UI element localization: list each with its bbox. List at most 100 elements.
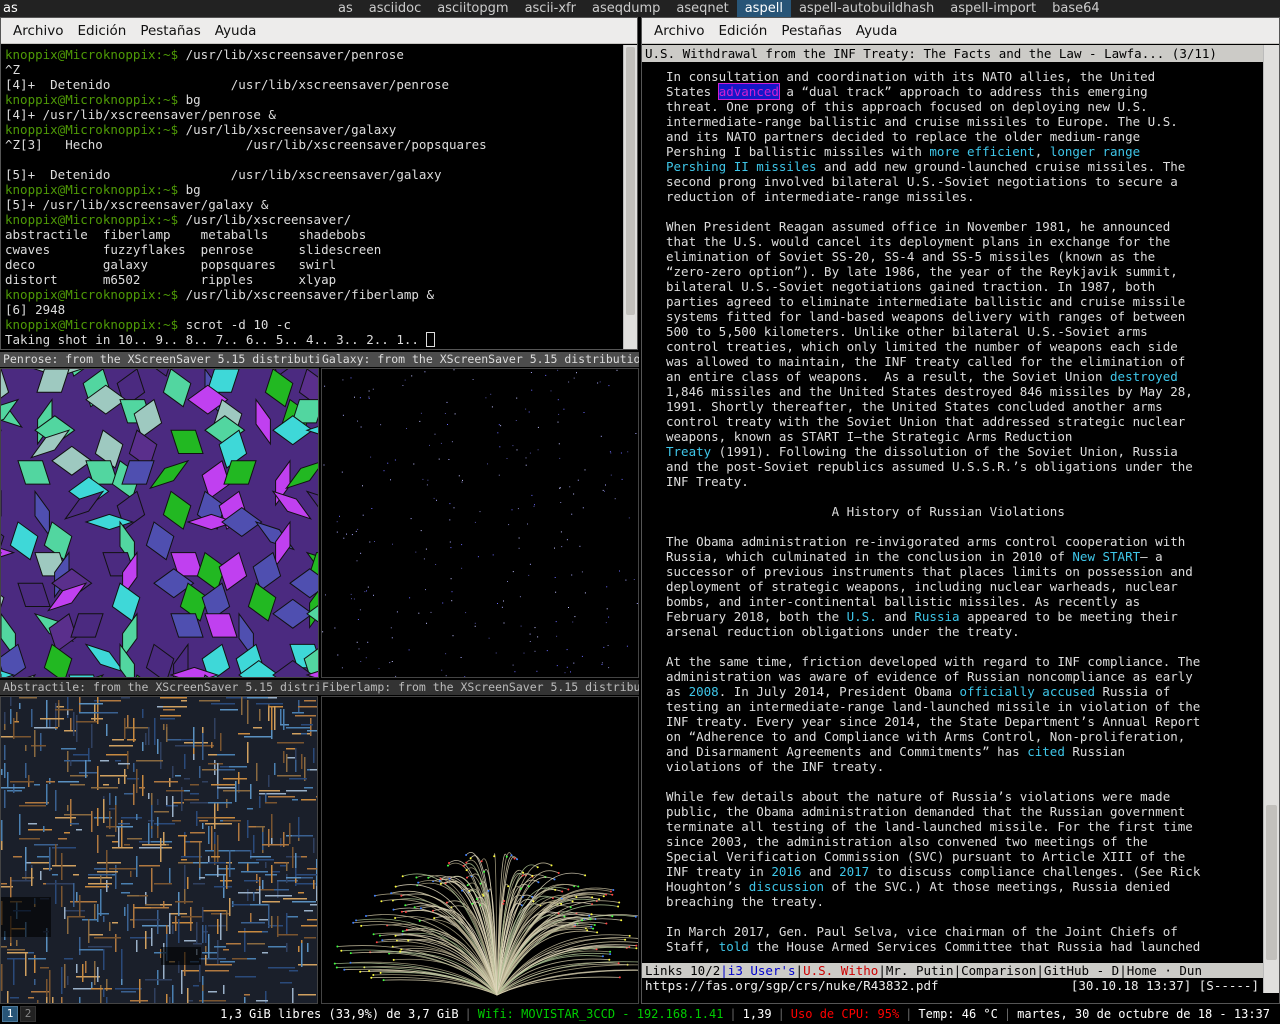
galaxy-titlebar[interactable]: Galaxy: from the XScreenSaver 5.15 distr… bbox=[319, 352, 639, 367]
current-url[interactable]: https://fas.org/sgp/crs/nuke/R43832.pdf bbox=[645, 978, 939, 993]
page-link[interactable]: longer range bbox=[1050, 144, 1140, 159]
galaxy-star bbox=[554, 547, 555, 549]
penrose-window[interactable] bbox=[0, 368, 319, 678]
dmenu-item[interactable]: aseqdump bbox=[584, 0, 668, 17]
browser-scrollbar[interactable] bbox=[1263, 45, 1279, 993]
browser-terminal-window[interactable]: Archivo Edición Pestañas Ayuda U.S. Withdra… bbox=[641, 17, 1280, 1004]
page-text-line: Staff, told the House Armed Services Com… bbox=[666, 939, 1263, 954]
dmenu-input[interactable]: as bbox=[0, 0, 330, 17]
page-link[interactable]: discussion bbox=[749, 879, 824, 894]
page-link[interactable]: advanced bbox=[717, 83, 780, 100]
abstractile-segment bbox=[136, 814, 138, 820]
menu-item-pestañas[interactable]: Pestañas bbox=[133, 18, 207, 44]
menu-item-archivo[interactable]: Archivo bbox=[6, 18, 70, 44]
dmenu-item[interactable]: asciidoc bbox=[361, 0, 429, 17]
terminal-scroll-thumb[interactable] bbox=[626, 47, 635, 315]
page-link[interactable]: cited bbox=[1027, 744, 1065, 759]
galaxy-star bbox=[512, 664, 514, 666]
browser-tab[interactable]: Links 10/2 bbox=[645, 963, 720, 978]
workspace-button[interactable]: 1 bbox=[2, 1006, 18, 1022]
terminal-output[interactable]: knoppix@Microknoppix:~$ /usr/lib/xscreen… bbox=[1, 45, 637, 349]
fiberlamp-titlebar[interactable]: Fiberlamp: from the XScreenSaver 5.15 di… bbox=[319, 680, 639, 695]
abstractile-segment bbox=[307, 919, 317, 921]
terminal-line: knoppix@Microknoppix:~$ /usr/lib/xscreen… bbox=[5, 47, 633, 62]
abstractile-segment bbox=[127, 751, 129, 769]
abstractile-maze-image bbox=[1, 697, 317, 1003]
dmenu-item[interactable]: aspell-autobuildhash bbox=[791, 0, 942, 17]
browser-tab[interactable]: |GitHub - D bbox=[1036, 963, 1119, 978]
menu-item-edición[interactable]: Edición bbox=[70, 18, 133, 44]
browser-tab-bar[interactable]: Links 10/2|i3 User's |U.S. Witho|Mr. Put… bbox=[642, 963, 1263, 978]
dmenu-item[interactable]: asciitopgm bbox=[429, 0, 516, 17]
galaxy-star bbox=[560, 502, 562, 503]
browser-tab[interactable]: | bbox=[796, 963, 804, 978]
menu-item-ayuda[interactable]: Ayuda bbox=[208, 18, 264, 44]
page-link[interactable]: 2008 bbox=[689, 684, 719, 699]
dmenu-item[interactable]: aseqnet bbox=[668, 0, 736, 17]
galaxy-star bbox=[322, 631, 324, 633]
browser-tab[interactable]: |Comparison bbox=[954, 963, 1037, 978]
terminal-scrollbar[interactable] bbox=[623, 45, 637, 349]
dmenu-item[interactable]: as bbox=[330, 0, 361, 17]
page-link[interactable]: destroyed bbox=[1110, 369, 1178, 384]
menu-item-ayuda[interactable]: Ayuda bbox=[849, 18, 905, 44]
fiber-tip bbox=[589, 918, 592, 921]
abstractile-segment bbox=[292, 988, 294, 1003]
page-link[interactable]: more efficient bbox=[929, 144, 1034, 159]
browser-tab[interactable]: |Mr. Putin bbox=[878, 963, 953, 978]
abstractile-window[interactable] bbox=[0, 696, 318, 1004]
fiber-tip bbox=[520, 904, 523, 907]
galaxy-star bbox=[531, 494, 533, 496]
abstractile-segment bbox=[109, 811, 111, 829]
workspace-button[interactable]: 2 bbox=[20, 1006, 36, 1022]
menu-item-pestañas[interactable]: Pestañas bbox=[774, 18, 848, 44]
abstractile-segment bbox=[205, 955, 207, 964]
galaxy-star bbox=[357, 420, 358, 422]
menu-item-edición[interactable]: Edición bbox=[711, 18, 774, 44]
page-link[interactable]: New START bbox=[1072, 549, 1140, 564]
terminal-window[interactable]: Archivo Edición Pestañas Ayuda knoppix@Micr… bbox=[0, 17, 638, 350]
abstractile-segment bbox=[61, 997, 63, 1003]
abstractile-segment bbox=[103, 916, 105, 922]
abstractile-segment bbox=[64, 760, 88, 762]
abstractile-segment bbox=[292, 901, 316, 903]
galaxy-star bbox=[602, 489, 604, 491]
fiberlamp-window[interactable] bbox=[321, 696, 639, 1004]
page-link[interactable]: Treaty bbox=[666, 444, 711, 459]
browser-tab[interactable]: |i3 User's bbox=[720, 963, 795, 978]
galaxy-star bbox=[391, 661, 393, 662]
fiber-tip bbox=[439, 877, 442, 880]
browser-tab[interactable]: U.S. Witho bbox=[803, 963, 878, 978]
abstractile-segment bbox=[208, 862, 223, 864]
galaxy-star bbox=[426, 484, 428, 486]
dmenu-item[interactable]: aspell-import bbox=[942, 0, 1044, 17]
page-link[interactable]: 2017 bbox=[839, 864, 869, 879]
galaxy-star bbox=[342, 379, 344, 381]
penrose-titlebar[interactable]: Penrose: from the XScreenSaver 5.15 dist… bbox=[0, 352, 319, 367]
menu-item-archivo[interactable]: Archivo bbox=[647, 18, 711, 44]
abstractile-titlebar[interactable]: Abstractile: from the XScreenSaver 5.15 … bbox=[0, 680, 319, 695]
page-text: In consultation and coordination with it… bbox=[666, 69, 1156, 84]
fiber-tip bbox=[466, 884, 469, 887]
page-link[interactable]: Russia bbox=[914, 609, 959, 624]
page-link[interactable]: Pershing II missiles bbox=[666, 159, 817, 174]
abstractile-segment bbox=[100, 775, 127, 777]
page-link[interactable]: officially accused bbox=[960, 684, 1095, 699]
page-text-line: an entire class of weapons. As a result,… bbox=[666, 369, 1263, 384]
dmenu-item[interactable]: base64 bbox=[1044, 0, 1108, 17]
page-content[interactable]: In consultation and coordination with it… bbox=[642, 62, 1263, 963]
links-browser[interactable]: U.S. Withdrawal from the INF Treaty: The… bbox=[642, 45, 1279, 1003]
abstractile-segment bbox=[175, 916, 177, 931]
galaxy-star bbox=[420, 412, 422, 414]
page-link[interactable]: U.S. bbox=[847, 609, 877, 624]
galaxy-window[interactable] bbox=[321, 368, 639, 678]
dmenu-item[interactable]: aspell bbox=[736, 0, 791, 17]
abstractile-segment bbox=[307, 730, 317, 732]
page-link[interactable]: 2016 bbox=[771, 864, 801, 879]
galaxy-star bbox=[369, 541, 371, 543]
abstractile-segment bbox=[34, 844, 58, 846]
browser-tab[interactable]: |Home · Dun bbox=[1119, 963, 1202, 978]
page-link[interactable]: told bbox=[719, 939, 749, 954]
browser-scroll-thumb[interactable] bbox=[1266, 805, 1277, 960]
dmenu-item[interactable]: ascii-xfr bbox=[517, 0, 584, 17]
